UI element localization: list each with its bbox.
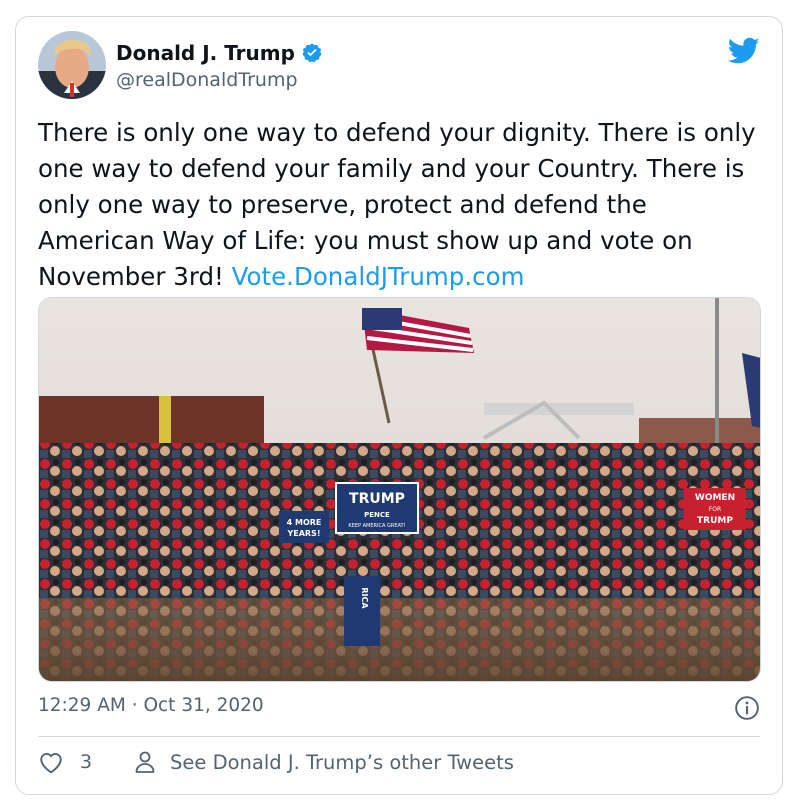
tweet-photo[interactable]: TRUMP PENCE KEEP AMERICA GREAT! 4 MORE Y… [38,297,761,682]
women-sign-line2: FOR [709,506,721,513]
tweet-timestamp[interactable]: 12:29 AM · Oct 31, 2020 [38,695,264,716]
women-sign-line1: WOMEN [695,493,735,503]
like-count: 3 [80,751,93,773]
women-sign-line3: TRUMP [697,516,733,526]
tweet-link[interactable]: Vote.DonaldJTrump.com [232,262,525,291]
twitter-bird-icon[interactable] [728,37,760,65]
tweet-text: There is only one way to defend your dig… [38,115,766,295]
slogan-sign-text: KEEP AMERICA GREAT! [348,523,405,529]
america-sign-text: RICA [360,587,369,609]
pence-sign-text: PENCE [364,511,390,519]
person-icon [135,751,155,773]
author-name-row[interactable]: Donald J. Trump [116,41,323,65]
trump-sign-text: TRUMP [349,491,405,507]
four-more-sign-line1: 4 MORE [287,518,322,527]
see-other-tweets-label: See Donald J. Trump’s other Tweets [170,750,514,774]
divider [38,736,760,737]
author-name[interactable]: Donald J. Trump [116,41,295,65]
tweet-card: Donald J. Trump @realDonaldTrump There i… [15,16,783,795]
like-button[interactable]: 3 [38,750,92,774]
author-handle[interactable]: @realDonaldTrump [116,69,298,91]
avatar-image [38,31,106,99]
rally-photo: TRUMP PENCE KEEP AMERICA GREAT! 4 MORE Y… [39,298,760,681]
info-icon[interactable] [734,695,760,721]
heart-icon [40,753,62,774]
avatar[interactable] [38,31,106,99]
verified-badge-icon [302,43,322,63]
see-other-tweets-link[interactable]: See Donald J. Trump’s other Tweets [134,750,514,774]
four-more-sign-line2: YEARS! [286,529,320,538]
